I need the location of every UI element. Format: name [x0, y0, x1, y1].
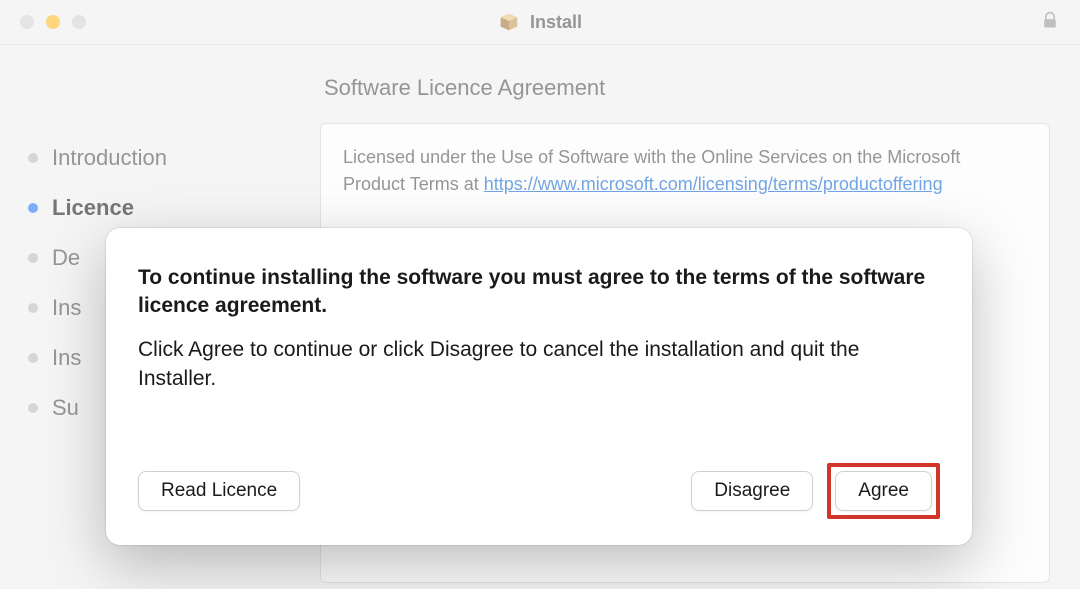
agree-button[interactable]: Agree [835, 471, 932, 511]
installer-window: Install Introduction Licence De [0, 0, 1080, 589]
dialog-body-text: Click Agree to continue or click Disagre… [138, 335, 940, 394]
dialog-headline: To continue installing the software you … [138, 264, 940, 321]
agreement-dialog: To continue installing the software you … [106, 228, 972, 545]
disagree-button[interactable]: Disagree [691, 471, 813, 511]
agree-highlight: Agree [827, 463, 940, 519]
read-licence-button[interactable]: Read Licence [138, 471, 300, 511]
dialog-button-row: Read Licence Disagree Agree [138, 463, 940, 519]
